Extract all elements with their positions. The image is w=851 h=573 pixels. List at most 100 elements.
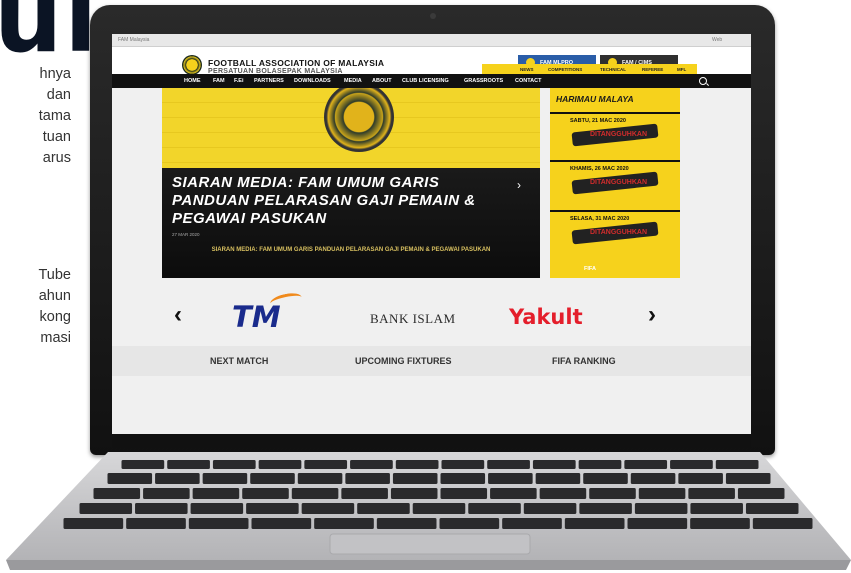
sponsor-logo-bank-islam[interactable]: BANK ISLAM	[370, 311, 456, 327]
subnav-item-news[interactable]: NEWS	[520, 67, 534, 72]
keyboard-key	[212, 460, 256, 469]
keyboard-key	[291, 488, 339, 499]
nav-item-media[interactable]: MEDIA	[344, 78, 362, 84]
keyboard-key	[190, 503, 244, 514]
keyboard-key	[250, 473, 295, 484]
bg-line: arus	[42, 150, 71, 166]
fixtures-title: HARIMAU MALAYA	[556, 94, 634, 104]
bg-line: tama	[38, 108, 71, 124]
keyboard-key	[107, 473, 153, 484]
keyboard-key	[737, 488, 785, 499]
keyboard-key	[376, 518, 437, 529]
nav-item-about[interactable]: ABOUT	[372, 78, 392, 84]
keyboard-key	[670, 460, 713, 469]
keyboard-key	[202, 473, 248, 484]
nav-item-club-licensing[interactable]: CLUB LICENSING	[402, 78, 449, 84]
laptop-keyboard-base	[6, 452, 851, 570]
webcam-icon	[430, 13, 436, 19]
tab-fifa-ranking[interactable]: FIFA RANKING	[552, 356, 616, 366]
nav-item-downloads[interactable]: DOWNLOADS	[294, 78, 331, 84]
keyboard-key	[627, 518, 688, 529]
keyboard-key	[634, 503, 688, 514]
keyboard-key	[440, 488, 488, 499]
keyboard-key	[578, 460, 622, 469]
sponsor-carousel: ‹ TM BANK ISLAM Yakult ›	[112, 288, 751, 342]
search-icon[interactable]	[699, 77, 707, 85]
keyboard-key	[583, 473, 628, 484]
fam-crest	[324, 88, 394, 152]
laptop-screen: FAM Malaysia Web FOOTBALL ASSOCIATION OF…	[112, 34, 751, 434]
fixture-date: SELASA, 31 MAC 2020	[570, 216, 630, 222]
keyboard-key	[690, 503, 743, 514]
keyboard-key	[439, 518, 500, 529]
keyboard-key	[678, 473, 723, 484]
tab-upcoming-fixtures[interactable]: UPCOMING FIXTURES	[355, 356, 452, 366]
chevron-left-icon[interactable]: ‹	[174, 301, 182, 329]
keyboard-key	[392, 473, 438, 484]
main-navigation: HOME FAM F.Ei PARTNERS DOWNLOADS MEDIA A…	[112, 74, 751, 88]
bg-line: dan	[46, 87, 71, 103]
sponsor-logo-yakult[interactable]: Yakult	[509, 305, 583, 329]
keyboard-key	[440, 473, 486, 484]
screen-bezel	[112, 434, 751, 448]
keyboard-key	[630, 473, 676, 484]
bg-line: ahun	[38, 288, 71, 304]
keyboard-key	[143, 488, 190, 499]
keyboard-key	[301, 503, 355, 514]
keyboard-key	[167, 460, 210, 469]
fixture-status: DITANGGUHKAN	[590, 131, 648, 138]
keyboard-key	[523, 503, 577, 514]
tab-next-match[interactable]: NEXT MATCH	[210, 356, 268, 366]
bg-line: tuan	[42, 129, 71, 145]
bg-line: Tube	[38, 267, 71, 283]
fixture-status: DITANGGUHKAN	[590, 229, 648, 236]
keyboard-key	[690, 518, 750, 529]
keyboard-key	[395, 460, 439, 469]
fixture-item[interactable]: KHAMIS, 26 MAC 2020 DITANGGUHKAN	[550, 160, 680, 202]
bg-line: kong	[39, 309, 71, 325]
keyboard-key	[502, 518, 562, 529]
keyboard-key	[589, 488, 636, 499]
fixture-date: SABTU, 21 MAC 2020	[570, 118, 626, 124]
fixture-status: DITANGGUHKAN	[590, 179, 648, 186]
nav-item-partners[interactable]: PARTNERS	[254, 78, 284, 84]
nav-item-fam[interactable]: FAM	[213, 78, 225, 84]
chevron-right-icon[interactable]: ›	[517, 178, 521, 192]
fam-logo[interactable]	[182, 55, 202, 75]
keyboard-key	[725, 473, 771, 484]
nav-item-fei[interactable]: F.Ei	[234, 78, 243, 84]
nav-item-home[interactable]: HOME	[184, 78, 201, 84]
keyboard-key	[468, 503, 521, 514]
fifa-badge: FIFA	[584, 266, 596, 272]
keyboard-key	[341, 488, 388, 499]
keyboard-key	[345, 473, 390, 484]
subnav-item-technical[interactable]: TECHNICAL	[600, 67, 626, 72]
fixture-item[interactable]: SELASA, 31 MAC 2020 DITANGGUHKAN	[550, 210, 680, 252]
keyboard-key	[488, 473, 533, 484]
hero-date: 27 MAR 2020	[172, 232, 200, 237]
sub-navigation: NEWS COMPETITIONS TECHNICAL REFEREE MFL	[482, 64, 697, 74]
subnav-item-referee[interactable]: REFEREE	[642, 67, 663, 72]
hero-title[interactable]: SIARAN MEDIA: FAM UMUM GARIS PANDUAN PEL…	[172, 174, 512, 228]
keyboard-key	[304, 460, 348, 469]
bg-line: hnya	[39, 66, 71, 82]
background-paragraph-2: Tube ahun kong masi	[38, 265, 71, 349]
tm-swoosh	[268, 290, 304, 311]
nav-item-grassroots[interactable]: GRASSROOTS	[464, 78, 503, 84]
chevron-right-icon[interactable]: ›	[648, 301, 656, 329]
subnav-item-mfl[interactable]: MFL	[677, 67, 686, 72]
keyboard-key	[192, 488, 240, 499]
subnav-item-competitions[interactable]: COMPETITIONS	[548, 67, 582, 72]
bg-line: masi	[40, 330, 71, 346]
hero-slider[interactable]: SIARAN MEDIA: FAM UMUM GARIS PANDUAN PEL…	[162, 88, 540, 278]
laptop-lid: FAM Malaysia Web FOOTBALL ASSOCIATION OF…	[90, 5, 775, 455]
nav-item-contact[interactable]: CONTACT	[515, 78, 541, 84]
fixture-item[interactable]: SABTU, 21 MAC 2020 DITANGGUHKAN	[550, 112, 680, 154]
keyboard-key	[357, 503, 410, 514]
keyboard-key	[135, 503, 188, 514]
match-tabs: NEXT MATCH UPCOMING FIXTURES FIFA RANKIN…	[112, 346, 751, 376]
keyboard-key	[251, 518, 312, 529]
keyboard-key	[564, 518, 625, 529]
browser-tab[interactable]: FAM Malaysia	[118, 37, 149, 43]
keyboard-key	[314, 518, 374, 529]
